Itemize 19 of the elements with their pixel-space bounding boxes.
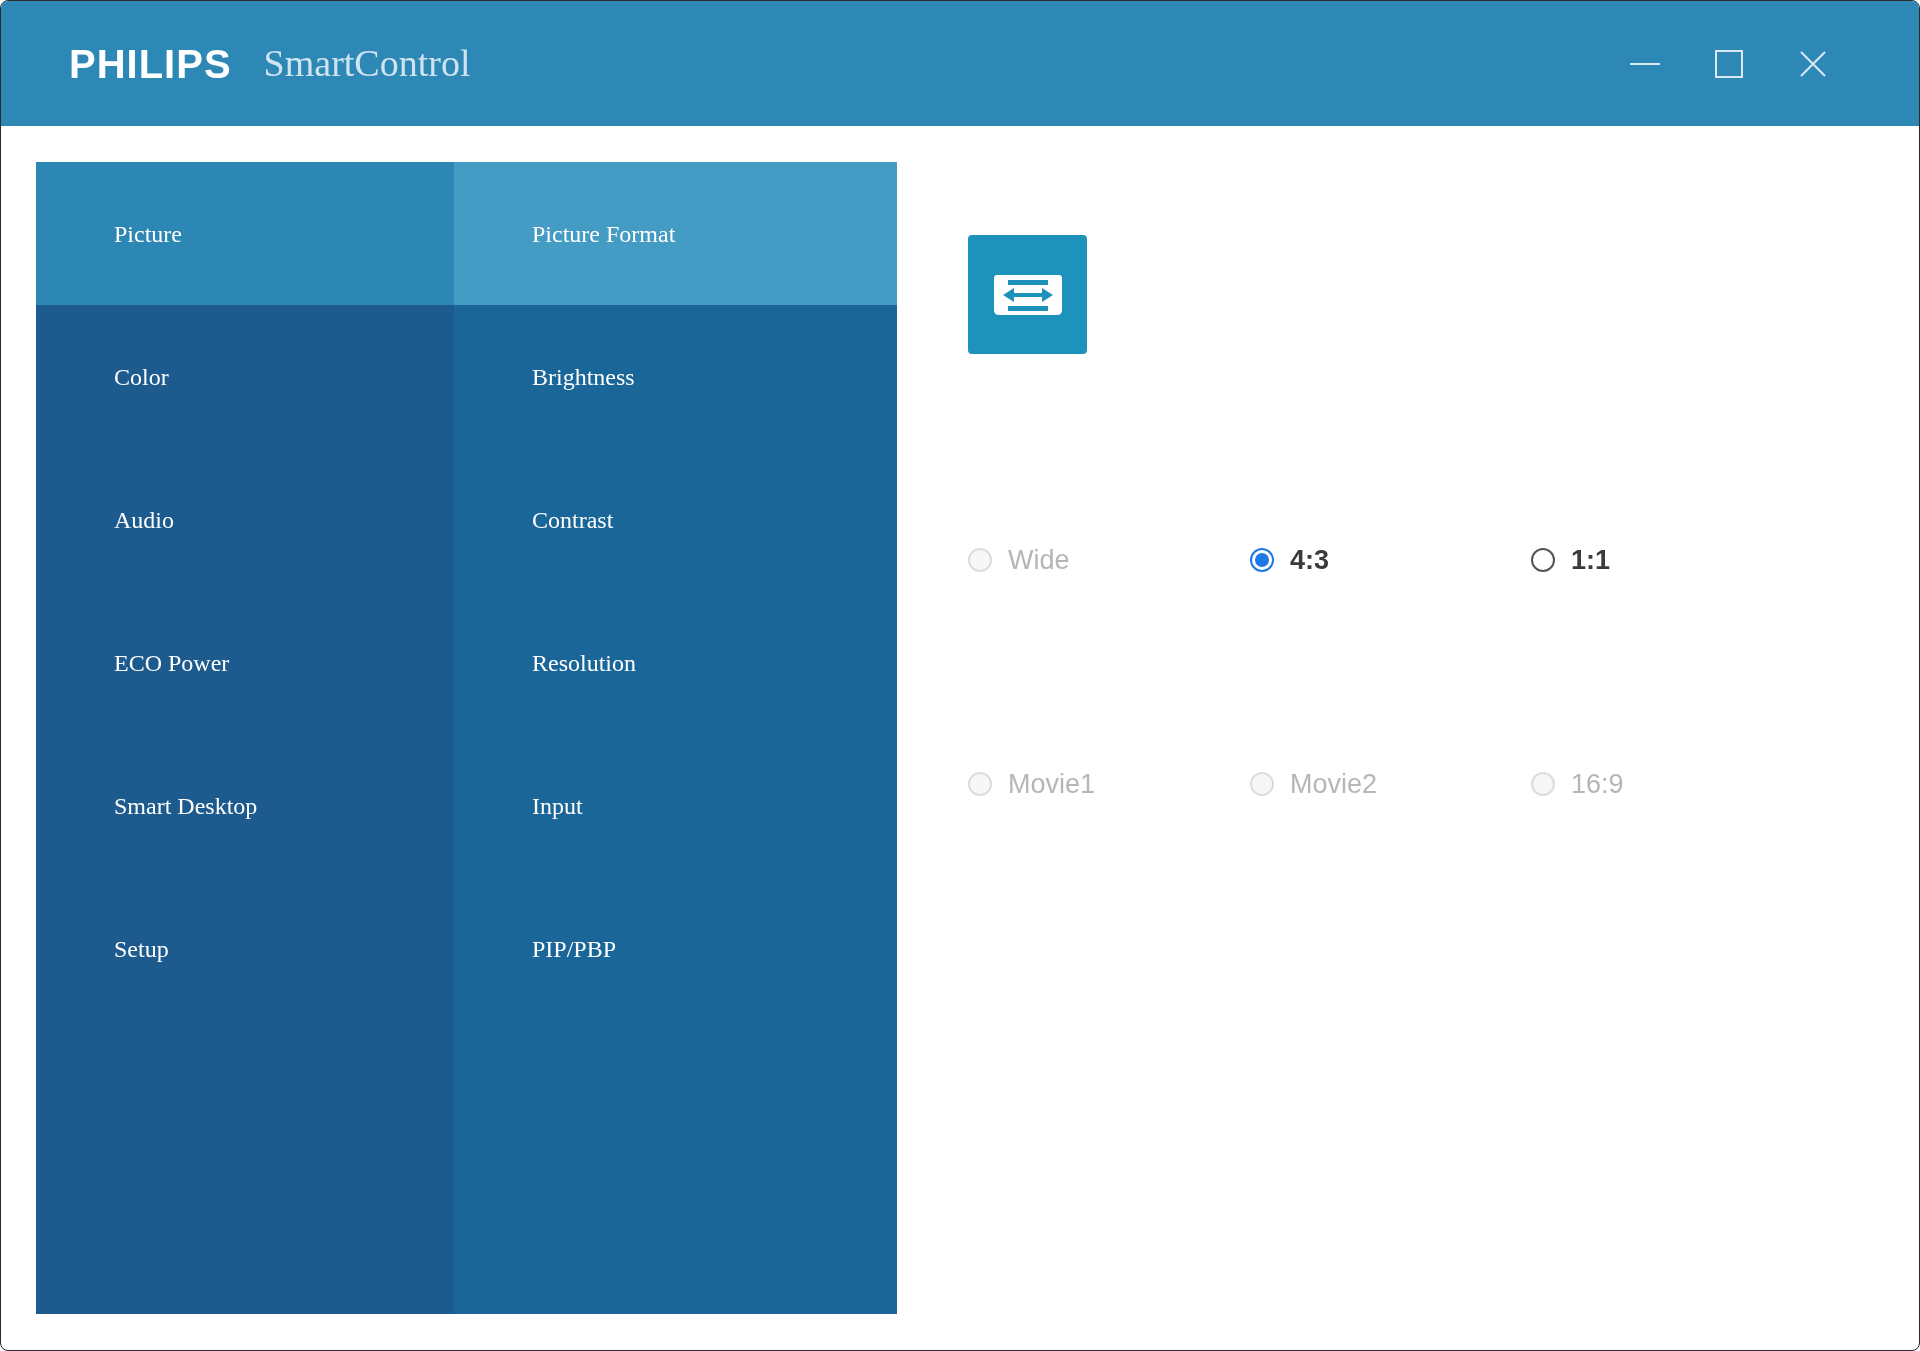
category-item[interactable]: ECO Power bbox=[36, 591, 454, 734]
submenu-item[interactable]: Brightness bbox=[454, 305, 897, 448]
aspect-stretch-icon bbox=[991, 273, 1064, 316]
format-radio[interactable]: 1:1 bbox=[1531, 540, 1611, 581]
brand-logo: PHILIPS bbox=[69, 40, 232, 88]
category-item[interactable]: Setup bbox=[36, 877, 454, 1020]
window-title: SmartControl bbox=[263, 41, 471, 86]
format-radio[interactable]: 4:3 bbox=[1250, 540, 1330, 581]
submenu-item[interactable]: Resolution bbox=[454, 591, 897, 734]
category-item[interactable]: Smart Desktop bbox=[36, 734, 454, 877]
category-item[interactable]: Picture bbox=[36, 162, 454, 305]
close-icon bbox=[1799, 49, 1827, 78]
submenu-item[interactable]: Input bbox=[454, 734, 897, 877]
submenu-item[interactable]: Contrast bbox=[454, 448, 897, 591]
submenu-item[interactable]: PIP/PBP bbox=[454, 877, 897, 1020]
category-item[interactable]: Color bbox=[36, 305, 454, 448]
category-item[interactable]: Audio bbox=[36, 448, 454, 591]
maximize-icon bbox=[1715, 49, 1743, 78]
submenu-item[interactable]: Picture Format bbox=[454, 162, 897, 305]
